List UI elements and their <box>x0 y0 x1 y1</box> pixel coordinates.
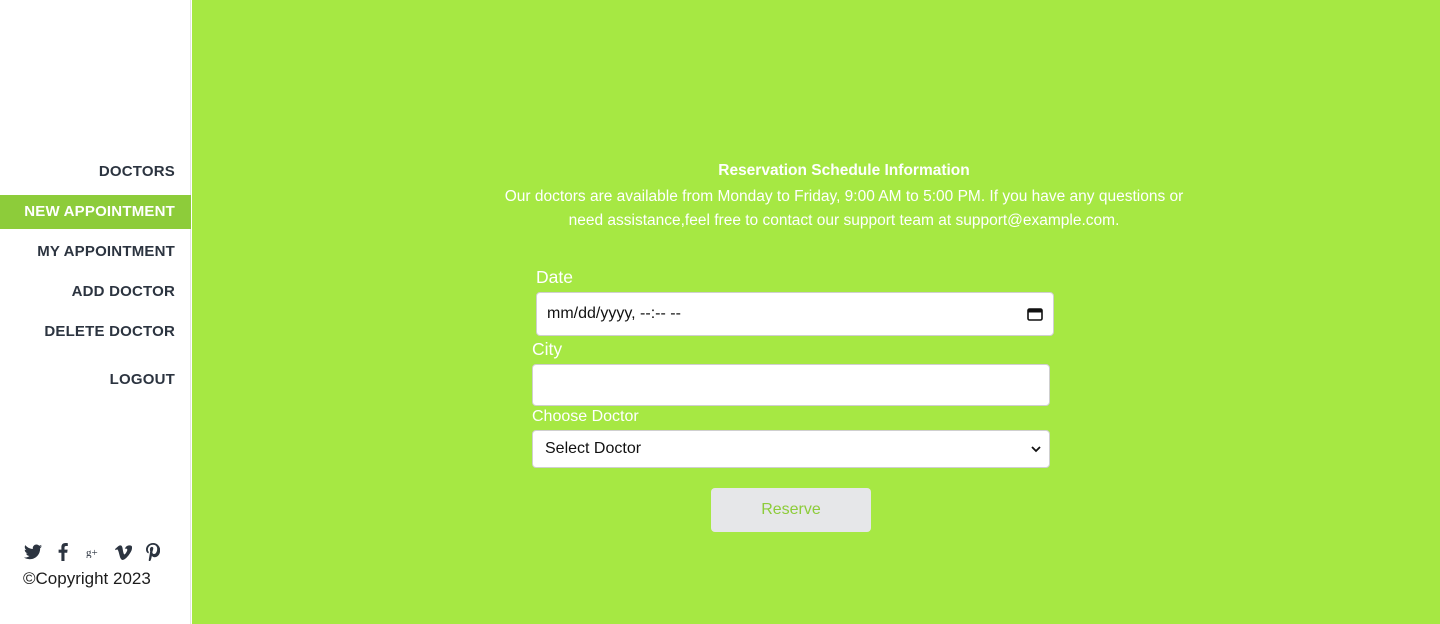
sidebar-item-new-appointment[interactable]: NEW APPOINTMENT <box>0 195 191 229</box>
date-value: mm/dd/yyyy, --:-- -- <box>547 305 681 322</box>
social-links: g+ <box>24 542 162 562</box>
chevron-down-icon <box>1031 446 1041 453</box>
sidebar-item-doctors[interactable]: DOCTORS <box>0 155 191 189</box>
doctor-select[interactable]: Select Doctor <box>532 430 1050 468</box>
date-label: Date <box>536 267 573 287</box>
reserve-button[interactable]: Reserve <box>711 488 871 532</box>
city-label: City <box>532 339 563 359</box>
sidebar-item-delete-doctor[interactable]: DELETE DOCTOR <box>0 315 191 349</box>
city-input[interactable] <box>532 364 1050 406</box>
info-text: Our doctors are available from Monday to… <box>504 188 1184 229</box>
choose-doctor-label: Choose Doctor <box>532 408 639 425</box>
google-plus-icon[interactable]: g+ <box>84 542 102 562</box>
pinterest-icon[interactable] <box>144 542 162 562</box>
doctor-select-value: Select Doctor <box>545 440 642 457</box>
sidebar-item-my-appointment[interactable]: MY APPOINTMENT <box>0 235 191 269</box>
sidebar: DOCTORS NEW APPOINTMENT MY APPOINTMENT A… <box>0 0 191 624</box>
main-content: Reservation Schedule Information Our doc… <box>192 0 1440 624</box>
svg-text:g+: g+ <box>86 547 98 558</box>
vimeo-icon[interactable] <box>114 542 132 562</box>
info-title: Reservation Schedule Information <box>718 162 970 179</box>
facebook-icon[interactable] <box>54 542 72 562</box>
sidebar-item-add-doctor[interactable]: ADD DOCTOR <box>0 275 191 309</box>
date-input[interactable]: mm/dd/yyyy, --:-- -- <box>536 292 1054 336</box>
copyright-text: ©Copyright 2023 <box>23 569 151 588</box>
sidebar-item-logout[interactable]: LOGOUT <box>0 363 191 397</box>
twitter-icon[interactable] <box>24 542 42 562</box>
calendar-icon[interactable] <box>1027 307 1043 321</box>
